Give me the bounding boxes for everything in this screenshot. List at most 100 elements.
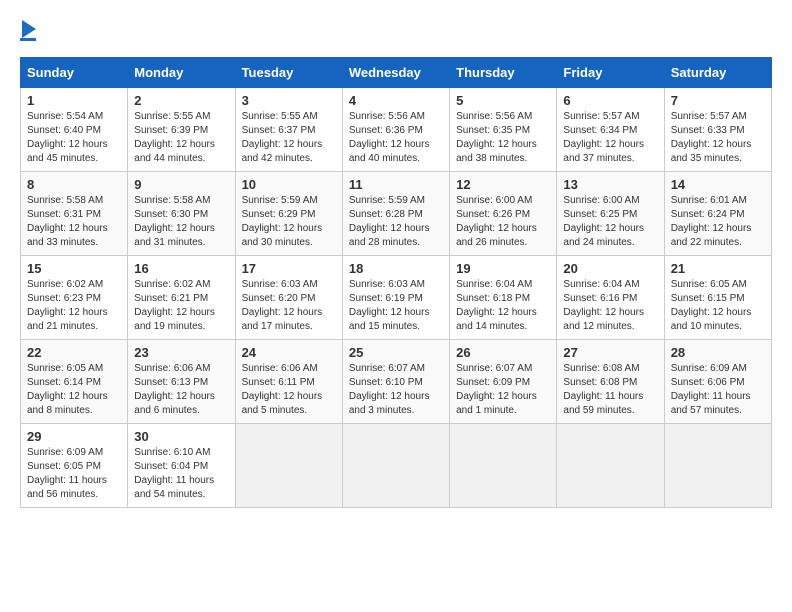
calendar-cell: 15 Sunrise: 6:02 AMSunset: 6:23 PMDayligh… [21,256,128,340]
day-info: Sunrise: 6:07 AMSunset: 6:09 PMDaylight:… [456,362,550,418]
day-number: 13 [563,177,657,192]
day-number: 3 [242,93,336,108]
day-info: Sunrise: 5:54 AMSunset: 6:40 PMDaylight:… [27,110,121,166]
calendar-cell: 12 Sunrise: 6:00 AMSunset: 6:26 PMDayligh… [450,172,557,256]
day-number: 10 [242,177,336,192]
day-number: 16 [134,261,228,276]
calendar-cell: 22 Sunrise: 6:05 AMSunset: 6:14 PMDayligh… [21,340,128,424]
calendar-week-4: 15 Sunrise: 6:02 AMSunset: 6:23 PMDayligh… [21,256,772,340]
day-info: Sunrise: 6:01 AMSunset: 6:24 PMDaylight:… [671,194,765,250]
column-header-tuesday: Tuesday [235,58,342,88]
day-number: 12 [456,177,550,192]
day-number: 8 [27,177,121,192]
column-header-wednesday: Wednesday [342,58,449,88]
day-info: Sunrise: 6:03 AMSunset: 6:20 PMDaylight:… [242,278,336,334]
day-number: 18 [349,261,443,276]
day-number: 29 [27,429,121,444]
calendar-cell [235,424,342,508]
calendar-cell: 13 Sunrise: 6:00 AMSunset: 6:25 PMDayligh… [557,172,664,256]
day-info: Sunrise: 5:59 AMSunset: 6:28 PMDaylight:… [349,194,443,250]
day-info: Sunrise: 6:00 AMSunset: 6:26 PMDaylight:… [456,194,550,250]
calendar-cell: 16 Sunrise: 6:02 AMSunset: 6:21 PMDayligh… [128,256,235,340]
day-number: 23 [134,345,228,360]
calendar-cell: 3 Sunrise: 5:55 AMSunset: 6:37 PMDaylight… [235,88,342,172]
day-info: Sunrise: 6:02 AMSunset: 6:21 PMDaylight:… [134,278,228,334]
day-number: 1 [27,93,121,108]
calendar-cell: 28 Sunrise: 6:09 AMSunset: 6:06 PMDayligh… [664,340,771,424]
calendar-week-5: 22 Sunrise: 6:05 AMSunset: 6:14 PMDayligh… [21,340,772,424]
day-info: Sunrise: 5:57 AMSunset: 6:33 PMDaylight:… [671,110,765,166]
day-number: 26 [456,345,550,360]
day-info: Sunrise: 5:56 AMSunset: 6:36 PMDaylight:… [349,110,443,166]
calendar-cell: 19Sunrise: 6:04 AMSunset: 6:18 PMDayligh… [450,256,557,340]
day-info: Sunrise: 6:09 AMSunset: 6:06 PMDaylight:… [671,362,765,418]
day-info: Sunrise: 5:55 AMSunset: 6:37 PMDaylight:… [242,110,336,166]
day-info: Sunrise: 5:55 AMSunset: 6:39 PMDaylight:… [134,110,228,166]
column-header-thursday: Thursday [450,58,557,88]
calendar-cell [664,424,771,508]
day-number: 6 [563,93,657,108]
calendar-week-3: 8Sunrise: 5:58 AMSunset: 6:31 PMDaylight… [21,172,772,256]
day-number: 28 [671,345,765,360]
day-info: Sunrise: 6:05 AMSunset: 6:15 PMDaylight:… [671,278,765,334]
day-number: 14 [671,177,765,192]
calendar-cell: 7 Sunrise: 5:57 AMSunset: 6:33 PMDaylight… [664,88,771,172]
day-info: Sunrise: 6:02 AMSunset: 6:23 PMDaylight:… [27,278,121,334]
day-number: 21 [671,261,765,276]
column-header-saturday: Saturday [664,58,771,88]
day-info: Sunrise: 6:09 AMSunset: 6:05 PMDaylight:… [27,446,121,502]
calendar-cell: 5 Sunrise: 5:56 AMSunset: 6:35 PMDaylight… [450,88,557,172]
calendar-cell: 4 Sunrise: 5:56 AMSunset: 6:36 PMDaylight… [342,88,449,172]
day-number: 25 [349,345,443,360]
day-info: Sunrise: 5:57 AMSunset: 6:34 PMDaylight:… [563,110,657,166]
day-number: 11 [349,177,443,192]
calendar-cell [342,424,449,508]
day-info: Sunrise: 6:05 AMSunset: 6:14 PMDaylight:… [27,362,121,418]
calendar-cell: 14 Sunrise: 6:01 AMSunset: 6:24 PMDayligh… [664,172,771,256]
calendar-cell: 17 Sunrise: 6:03 AMSunset: 6:20 PMDayligh… [235,256,342,340]
day-number: 17 [242,261,336,276]
day-number: 24 [242,345,336,360]
day-info: Sunrise: 6:06 AMSunset: 6:13 PMDaylight:… [134,362,228,418]
day-number: 15 [27,261,121,276]
day-info: Sunrise: 5:56 AMSunset: 6:35 PMDaylight:… [456,110,550,166]
calendar-cell: 9 Sunrise: 5:58 AMSunset: 6:30 PMDaylight… [128,172,235,256]
calendar-cell [557,424,664,508]
calendar-header-row: SundayMondayTuesdayWednesdayThursdayFrid… [21,58,772,88]
logo-underline [20,38,36,41]
day-info: Sunrise: 6:08 AMSunset: 6:08 PMDaylight:… [563,362,657,418]
day-info: Sunrise: 6:03 AMSunset: 6:19 PMDaylight:… [349,278,443,334]
day-number: 30 [134,429,228,444]
logo [20,20,36,41]
calendar-table: SundayMondayTuesdayWednesdayThursdayFrid… [20,57,772,508]
day-number: 4 [349,93,443,108]
calendar-cell: 25Sunrise: 6:07 AMSunset: 6:10 PMDayligh… [342,340,449,424]
day-number: 22 [27,345,121,360]
calendar-cell: 11 Sunrise: 5:59 AMSunset: 6:28 PMDayligh… [342,172,449,256]
calendar-cell: 30 Sunrise: 6:10 AMSunset: 6:04 PMDayligh… [128,424,235,508]
column-header-sunday: Sunday [21,58,128,88]
day-info: Sunrise: 6:10 AMSunset: 6:04 PMDaylight:… [134,446,228,502]
day-number: 9 [134,177,228,192]
day-number: 2 [134,93,228,108]
calendar-cell: 20Sunrise: 6:04 AMSunset: 6:16 PMDayligh… [557,256,664,340]
logo-triangle-icon [22,20,36,38]
day-info: Sunrise: 6:00 AMSunset: 6:25 PMDaylight:… [563,194,657,250]
calendar-cell: 6 Sunrise: 5:57 AMSunset: 6:34 PMDaylight… [557,88,664,172]
calendar-cell: 24Sunrise: 6:06 AMSunset: 6:11 PMDayligh… [235,340,342,424]
day-number: 27 [563,345,657,360]
calendar-cell: 2 Sunrise: 5:55 AMSunset: 6:39 PMDaylight… [128,88,235,172]
day-number: 7 [671,93,765,108]
day-number: 20 [563,261,657,276]
calendar-week-2: 1 Sunrise: 5:54 AMSunset: 6:40 PMDaylight… [21,88,772,172]
day-info: Sunrise: 5:59 AMSunset: 6:29 PMDaylight:… [242,194,336,250]
calendar-cell: 10 Sunrise: 5:59 AMSunset: 6:29 PMDayligh… [235,172,342,256]
calendar-cell [450,424,557,508]
day-info: Sunrise: 6:04 AMSunset: 6:18 PMDaylight:… [456,278,550,334]
day-number: 5 [456,93,550,108]
column-header-friday: Friday [557,58,664,88]
day-info: Sunrise: 5:58 AMSunset: 6:30 PMDaylight:… [134,194,228,250]
calendar-cell: 23 Sunrise: 6:06 AMSunset: 6:13 PMDayligh… [128,340,235,424]
calendar-cell: 8Sunrise: 5:58 AMSunset: 6:31 PMDaylight… [21,172,128,256]
calendar-cell: 21 Sunrise: 6:05 AMSunset: 6:15 PMDayligh… [664,256,771,340]
